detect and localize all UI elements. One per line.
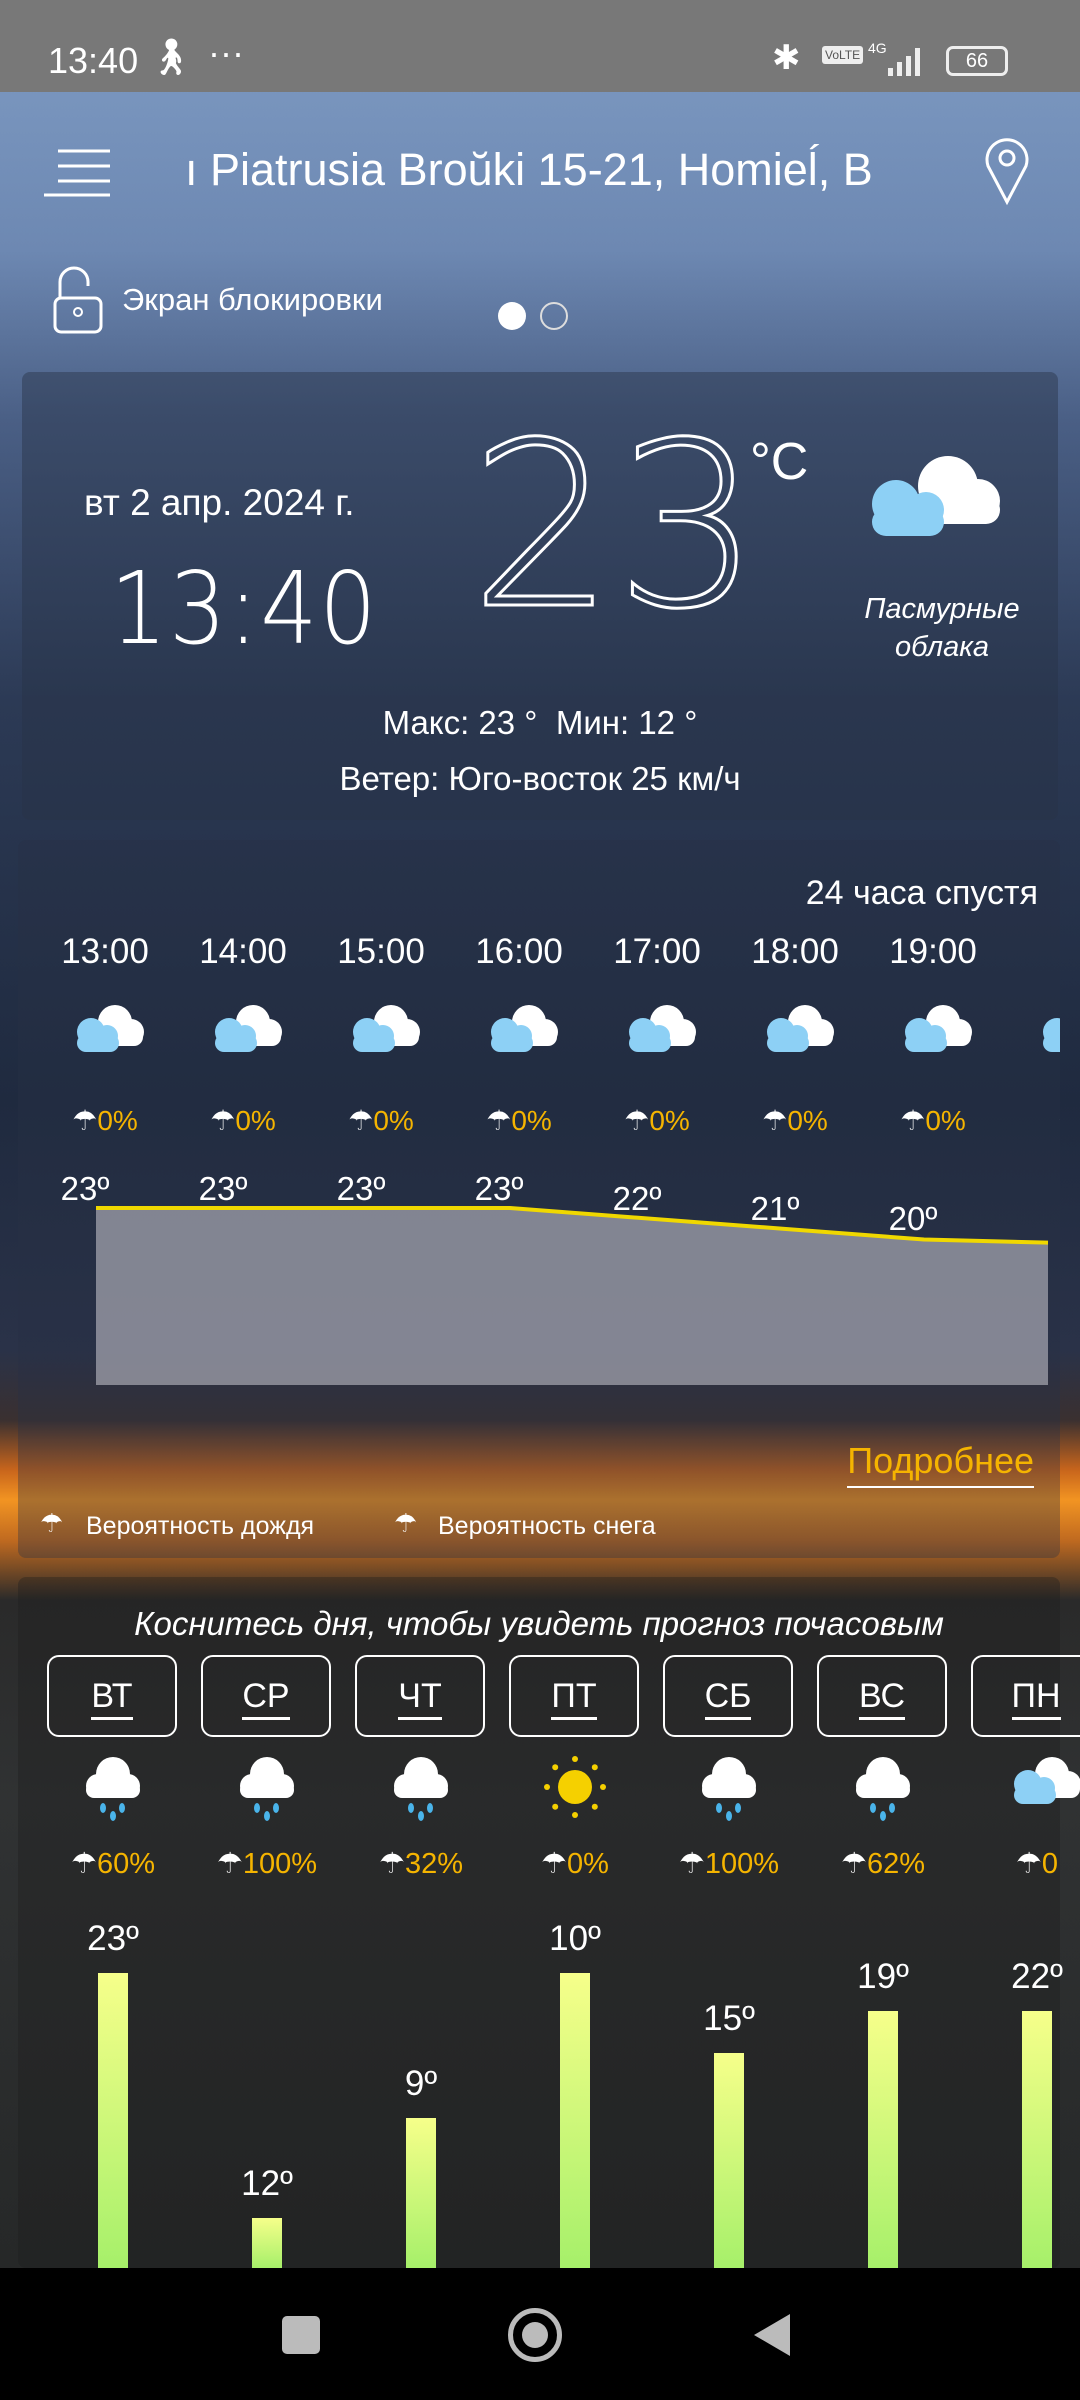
current-time: 13:40	[110, 550, 379, 667]
rain-chance: 100%	[704, 1848, 780, 1880]
day-rain: ☂60%	[43, 1846, 183, 1881]
day-label: ВС	[858, 1677, 906, 1720]
rain-icon	[848, 1752, 918, 1827]
min-max-temp: Макс: 23 ° Мин: 12 °	[382, 704, 698, 741]
day-temp: 9º	[404, 2064, 438, 2103]
daily-hint: Коснитесь дня, чтобы увидеть прогноз поч…	[134, 1605, 944, 1642]
battery-icon: 66	[946, 46, 1008, 76]
day-button[interactable]: ВС	[817, 1655, 947, 1737]
more-notifications: ···	[208, 32, 244, 73]
umbrella-icon: ☂	[678, 1848, 705, 1880]
wind-info: Ветер: Юго-восток 25 км/ч	[339, 760, 741, 797]
location-title[interactable]: ı Piatrusia Broŭki 15-21, Homieĺ, B	[185, 144, 945, 196]
day-label: ПН	[1011, 1677, 1061, 1720]
temp-bar	[714, 2053, 744, 2268]
rain-icon	[694, 1752, 764, 1827]
umbrella-icon: ☂	[216, 1848, 243, 1880]
temp-bar	[868, 2011, 898, 2268]
umbrella-icon: ☂	[70, 1848, 97, 1880]
temp-bar	[406, 2118, 436, 2268]
rain-chance: 0	[1041, 1848, 1059, 1880]
bluetooth-icon: ✱	[772, 39, 801, 77]
network-type: 4G	[868, 40, 887, 56]
current-temp: 23	[468, 393, 761, 659]
day-rain: ☂100%	[659, 1846, 799, 1881]
umbrella-icon: ☂	[840, 1848, 867, 1880]
temp-bar	[1022, 2011, 1052, 2268]
signal-icon	[888, 48, 920, 76]
day-label: ЧТ	[398, 1677, 442, 1720]
recents-button[interactable]	[282, 2316, 320, 2354]
rain-chance: 60%	[96, 1848, 156, 1880]
legend-rain: Вероятность дождя	[86, 1512, 315, 1540]
umbrella-icon: ☂	[541, 1848, 568, 1880]
back-button[interactable]	[752, 2312, 792, 2358]
lock-screen-label[interactable]: Экран блокировки	[122, 282, 383, 318]
condition-text: Пасмурные облака	[864, 593, 1020, 663]
rain-icon	[78, 1752, 148, 1827]
current-weather-card[interactable]: вт 2 апр. 2024 г. 13:40 23 °C Пасмурные …	[22, 372, 1058, 820]
day-button[interactable]: ПТ	[509, 1655, 639, 1737]
rain-chance: 62%	[866, 1848, 926, 1880]
current-date: вт 2 апр. 2024 г.	[84, 482, 355, 523]
home-button[interactable]	[508, 2308, 562, 2362]
menu-icon[interactable]	[44, 148, 114, 198]
day-temp: 22º	[1011, 1957, 1063, 1996]
status-time: 13:40	[48, 40, 139, 81]
rain-chance: 32%	[404, 1848, 464, 1880]
location-pin-icon[interactable]	[982, 136, 1032, 206]
day-temp: 12º	[241, 2164, 293, 2203]
temp-bar	[98, 1973, 128, 2268]
rain-chance: 0%	[567, 1848, 609, 1880]
day-rain: ☂100%	[197, 1846, 337, 1881]
day-temp: 23º	[87, 1919, 139, 1958]
umbrella-icon: ☂	[378, 1848, 405, 1880]
day-button[interactable]: СР	[201, 1655, 331, 1737]
day-rain: ☂0%	[505, 1846, 645, 1881]
temp-bar	[252, 2218, 282, 2268]
cloud-icon	[1002, 1752, 1080, 1813]
rain-umbrella-icon: ☂	[40, 1508, 64, 1538]
snow-umbrella-icon: ☂	[394, 1508, 418, 1538]
more-details-link[interactable]: Подробнее	[847, 1440, 1034, 1488]
rain-icon	[232, 1752, 302, 1827]
temp-unit: °C	[750, 433, 809, 491]
day-button[interactable]: ВТ	[47, 1655, 177, 1737]
navigation-bar	[0, 2268, 1080, 2400]
battery-level: 66	[965, 50, 989, 72]
day-button[interactable]: СБ	[663, 1655, 793, 1737]
status-bar: 13:40 🚶︎ ··· ✱ VoLTE 4G 66	[0, 0, 1080, 92]
umbrella-icon: ☂	[1015, 1848, 1042, 1880]
day-label: ПТ	[551, 1677, 597, 1720]
temp-bar	[560, 1973, 590, 2268]
day-rain: ☂32%	[351, 1846, 491, 1881]
hourly-forecast-card[interactable]: 24 часа спустя 13:00 ☂0% 23º 14:00 ☂0% 23…	[18, 840, 1060, 1558]
cloudy-icon	[872, 456, 1000, 536]
day-button[interactable]: ЧТ	[355, 1655, 485, 1737]
day-button[interactable]: ПН	[971, 1655, 1080, 1737]
volte-icon: VoLTE	[822, 46, 864, 64]
day-temp: 15º	[703, 1999, 755, 2038]
page-dot-active[interactable]	[498, 302, 526, 330]
day-label: ВТ	[91, 1677, 133, 1720]
day-temp: 19º	[857, 1957, 909, 1996]
unlock-icon[interactable]	[52, 266, 106, 336]
day-rain: ☂62%	[813, 1846, 953, 1881]
day-label: СР	[242, 1677, 290, 1720]
day-label: СБ	[704, 1677, 752, 1720]
walking-icon: 🚶︎	[148, 36, 194, 77]
page-dot[interactable]	[540, 302, 568, 330]
rain-chance: 100%	[242, 1848, 318, 1880]
day-temp: 10º	[549, 1919, 601, 1958]
sun-icon	[540, 1752, 610, 1827]
legend-snow: Вероятность снега	[438, 1512, 656, 1540]
temp-area	[96, 1208, 1048, 1385]
day-rain: ☂0	[967, 1846, 1080, 1881]
rain-icon	[386, 1752, 456, 1827]
